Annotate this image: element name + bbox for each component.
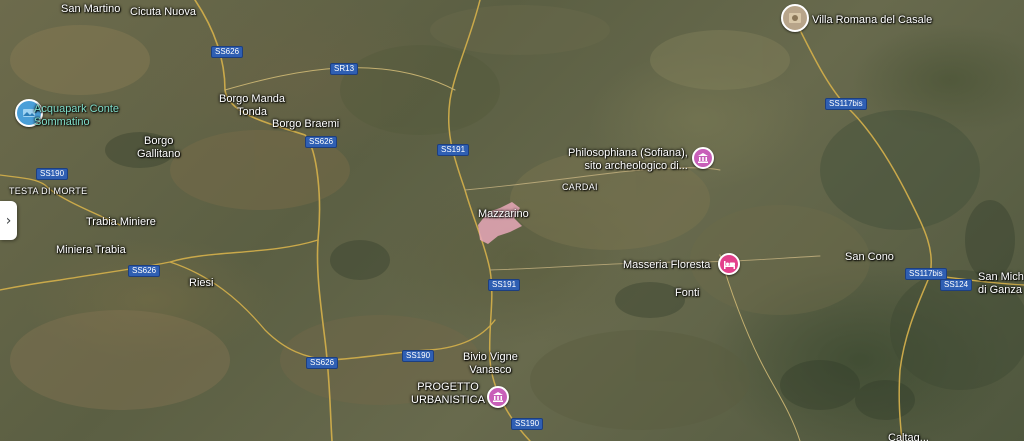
road-shield-ss124: SS124 bbox=[940, 279, 973, 291]
satellite-map[interactable]: San Martino Cicuta Nuova Borgo Manda Ton… bbox=[0, 0, 1024, 441]
poi-pin-progetto-urbanistica[interactable] bbox=[487, 386, 509, 408]
road-shield-ss626: SS626 bbox=[128, 265, 161, 277]
museum-icon bbox=[493, 392, 503, 402]
place-riesi: Riesi bbox=[189, 277, 214, 289]
place-borgo-braemi: Borgo Braemi bbox=[272, 118, 340, 130]
side-panel-toggle-button[interactable]: › bbox=[0, 201, 17, 240]
road-shield-ss190: SS190 bbox=[36, 168, 69, 180]
road-shield-ss191: SS191 bbox=[437, 144, 470, 156]
poi-masseria-floresta-label[interactable]: Masseria Floresta bbox=[623, 259, 710, 272]
place-fonti: Fonti bbox=[675, 287, 700, 299]
place-cicuta-nuova: Cicuta Nuova bbox=[130, 6, 197, 18]
road-shield-ss117bis: SS117bis bbox=[825, 98, 867, 110]
poi-pin-philosophiana[interactable] bbox=[692, 147, 714, 169]
place-san-cono: San Cono bbox=[845, 251, 894, 263]
poi-progetto-urbanistica-label[interactable]: PROGETTO URBANISTICA bbox=[411, 381, 485, 407]
road-shield-ss191: SS191 bbox=[488, 279, 521, 291]
bed-icon bbox=[723, 260, 735, 269]
place-borgo-manda-tonda: Borgo Manda Tonda bbox=[219, 93, 286, 118]
place-miniera-trabia: Miniera Trabia bbox=[56, 244, 126, 256]
photo-thumbnail-icon bbox=[789, 13, 801, 23]
place-san-martino: San Martino bbox=[61, 3, 121, 15]
place-testa-di-morte: TESTA DI MORTE bbox=[9, 186, 88, 196]
place-trabia-miniere: Trabia Miniere bbox=[86, 216, 156, 228]
road-shield-ss626: SS626 bbox=[211, 46, 244, 58]
poi-acquapark-label[interactable]: Acquapark Conte Sommatino bbox=[34, 103, 119, 129]
place-bivio-vigne-vanasco: Bivio Vigne Vanasco bbox=[463, 351, 518, 376]
place-mazzarino: Mazzarino bbox=[478, 208, 529, 220]
place-san-michele: San Mich di Ganza bbox=[978, 271, 1024, 296]
place-caltagirone-partial: Caltag... bbox=[888, 432, 929, 441]
poi-philosophiana-label[interactable]: Philosophiana (Sofiana), sito archeologi… bbox=[568, 147, 688, 173]
place-borgo-gallitano: Borgo Gallitano bbox=[137, 135, 181, 160]
road-shield-ss190: SS190 bbox=[402, 350, 435, 362]
museum-icon bbox=[698, 153, 708, 163]
road-shield-ss626: SS626 bbox=[306, 357, 339, 369]
road-shield-ss190: SS190 bbox=[511, 418, 544, 430]
road-shield-ss626: SS626 bbox=[305, 136, 338, 148]
poi-pin-villa-romana[interactable] bbox=[781, 4, 809, 32]
chevron-right-icon: › bbox=[5, 212, 12, 229]
place-cardai: CARDAI bbox=[562, 182, 598, 192]
road-shield-sr13: SR13 bbox=[330, 63, 359, 75]
poi-villa-romana-label[interactable]: Villa Romana del Casale bbox=[812, 14, 932, 27]
poi-pin-masseria-floresta[interactable] bbox=[718, 253, 740, 275]
